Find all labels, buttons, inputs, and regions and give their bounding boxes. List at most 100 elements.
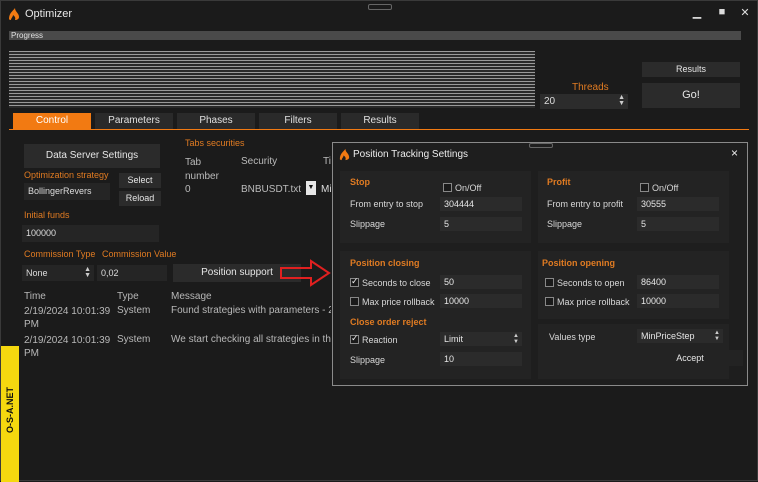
brand-text: O-S-A.NET [5,387,15,433]
stop-onoff-label: On/Off [455,183,482,193]
closing-panel: Position closing Seconds to close 50 Max… [340,251,531,379]
values-type-select[interactable]: MinPriceStep ▲ ▼ [637,329,723,343]
close-icon[interactable]: ✕ [737,6,753,19]
results-button[interactable]: Results [642,62,740,77]
accept-button[interactable]: Accept [637,350,743,366]
values-type-label: Values type [549,332,596,342]
threads-value: 20 [544,96,556,107]
spinner-arrows-icon[interactable]: ▲ ▼ [513,333,519,345]
tab-phases[interactable]: Phases [177,113,255,129]
close-rollback-label: Max price rollback [362,297,435,307]
stop-slippage-input[interactable]: 5 [440,217,522,231]
profit-slippage-input[interactable]: 5 [637,217,719,231]
reaction-checkbox[interactable] [350,333,359,344]
closing-title: Position closing [350,258,420,268]
tab-bar: Control Parameters Phases Filters Result… [9,113,749,129]
commission-value-input[interactable]: 0,02 [97,265,167,281]
go-button[interactable]: Go! [642,83,740,108]
drag-handle[interactable] [368,4,392,10]
profit-onoff-label: On/Off [652,183,679,193]
log-row-type: System [117,334,151,345]
tab-control[interactable]: Control [13,113,91,129]
threads-label: Threads [572,82,609,93]
seconds-to-close-checkbox[interactable] [350,276,359,287]
select-button[interactable]: Select [119,173,161,188]
strategy-field[interactable]: BollingerRevers [24,183,110,200]
values-type-value: MinPriceStep [641,331,695,341]
stop-slippage-label: Slippage [350,219,386,229]
arrow-right-icon [280,259,331,287]
optimization-strategy-label: Optimization strategy [24,170,109,180]
sec-header-ti: Ti [323,156,331,167]
seconds-to-open-input[interactable]: 86400 [637,275,719,289]
profit-panel: Profit On/Off From entry to profit 30555… [538,171,729,243]
tab-underline [9,129,749,130]
stop-onoff-checkbox[interactable] [443,183,452,192]
profit-from-entry-label: From entry to profit [547,199,624,209]
log-header-time: Time [24,291,46,302]
log-header-message: Message [171,291,212,302]
log-row-time: 2/19/2024 10:01:39 PM [24,335,111,359]
threads-stepper[interactable]: 20 ▲ ▼ [540,94,628,109]
profit-onoff-checkbox[interactable] [640,183,649,192]
reaction-label: Reaction [362,335,398,345]
seconds-to-open-checkbox[interactable] [545,278,554,287]
close-icon[interactable]: × [731,146,738,160]
stop-from-entry-label: From entry to stop [350,199,424,209]
reload-button[interactable]: Reload [119,191,161,206]
spinner-arrows-icon[interactable]: ▲ ▼ [84,266,91,279]
progress-lines [9,51,535,108]
commission-type-value: None [26,268,48,278]
initial-funds-label: Initial funds [24,210,70,220]
spinner-arrows-icon[interactable]: ▲ ▼ [714,330,720,342]
position-tracking-dialog: Position Tracking Settings × Stop On/Off… [332,142,748,386]
initial-funds-input[interactable]: 100000 [22,225,159,242]
maximize-icon[interactable]: ■ [714,6,730,18]
dialog-drag-handle[interactable] [529,143,553,148]
profit-from-entry-input[interactable]: 30555 [637,197,719,211]
reject-slippage-label: Slippage [350,355,386,365]
log-header-type: Type [117,291,139,302]
seconds-to-close-input[interactable]: 50 [440,275,522,289]
tab-results[interactable]: Results [341,113,419,129]
open-rollback-label: Max price rollback [557,297,630,307]
stop-from-entry-input[interactable]: 304444 [440,197,522,211]
window-title: Optimizer [25,8,73,20]
minimize-icon[interactable]: ▁ [689,6,705,19]
sec-header-tab: Tab number [185,157,219,182]
log-row-message: Found strategies with parameters - 2 [171,305,331,316]
stop-title: Stop [350,177,370,187]
spinner-arrows-icon[interactable]: ▲ ▼ [618,94,625,107]
stop-panel: Stop On/Off From entry to stop 304444 Sl… [340,171,531,243]
close-rollback-checkbox[interactable] [350,297,359,306]
progress-bar [9,31,741,40]
sec-row-security: BNBUSDT.txt [241,184,302,195]
tabs-securities-label: Tabs securities [185,138,245,148]
commission-type-select[interactable]: None ▲ ▼ [22,265,94,281]
reaction-select[interactable]: Limit ▲ ▼ [440,332,522,346]
sec-row-tab: 0 [185,184,191,195]
tab-parameters[interactable]: Parameters [95,113,173,129]
seconds-to-open-label: Seconds to open [557,278,625,288]
open-rollback-checkbox[interactable] [545,297,554,306]
log-row-type: System [117,305,151,316]
optimizer-window: Optimizer ▁ ■ ✕ Progress Threads 20 ▲ ▼ R… [0,0,758,482]
reaction-value: Limit [444,334,464,344]
open-rollback-input[interactable]: 10000 [637,294,719,308]
title-bar: Optimizer ▁ ■ ✕ [1,1,758,27]
seconds-to-close-label: Seconds to close [362,278,431,288]
commission-value-label: Commission Value [102,249,177,259]
log-row-message: We start checking all strategies in the [171,334,331,345]
profit-title: Profit [547,177,571,187]
data-server-settings-button[interactable]: Data Server Settings [24,144,160,168]
chevron-down-icon[interactable]: ▼ [306,181,316,195]
tab-filters[interactable]: Filters [259,113,337,129]
reject-slippage-input[interactable]: 10 [440,352,522,366]
values-type-panel: Values type MinPriceStep ▲ ▼ Accept [538,324,743,379]
reject-title: Close order reject [350,317,427,327]
close-rollback-input[interactable]: 10000 [440,294,522,308]
profit-slippage-label: Slippage [547,219,583,229]
sec-header-security: Security [241,156,278,167]
sec-row-extra: Mi [321,184,332,195]
flame-logo-icon [339,148,350,161]
